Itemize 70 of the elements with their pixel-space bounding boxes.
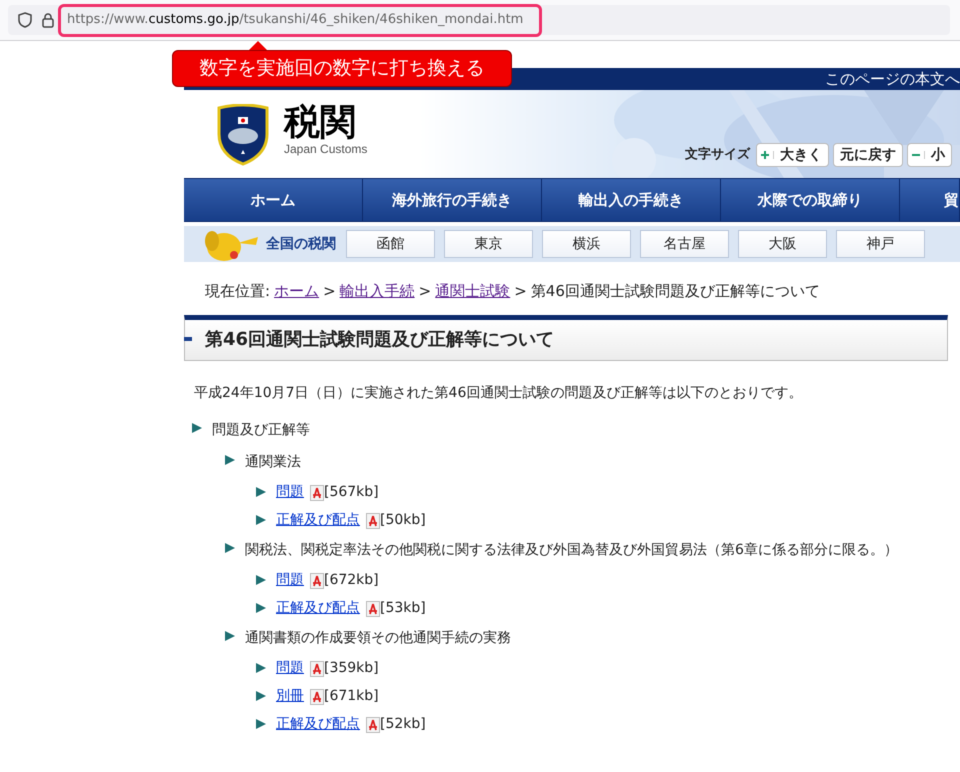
- url-field[interactable]: https://www.customs.go.jp/tsukanshi/46_shiken/46shiken_mondai.htm: [58, 4, 542, 36]
- list-item-text: 通関業法: [245, 452, 302, 472]
- bullet-icon: [225, 630, 235, 640]
- bullet-icon: [256, 514, 266, 524]
- minus-icon: [912, 151, 920, 159]
- file-link[interactable]: 正解及び配点: [276, 598, 360, 618]
- bullet-icon: [192, 422, 202, 432]
- file-link[interactable]: 問題: [276, 570, 304, 590]
- bullet-icon: [256, 690, 266, 700]
- pdf-icon: [310, 660, 324, 676]
- file-size: [359kb]: [324, 658, 379, 678]
- font-size-label: 文字サイズ: [685, 146, 750, 164]
- font-size-button[interactable]: 元に戻す: [833, 143, 903, 167]
- nav-tab[interactable]: 水際での取締り: [721, 179, 900, 221]
- lock-icon[interactable]: [42, 12, 54, 28]
- bullet-icon: [225, 542, 235, 552]
- file-link[interactable]: 正解及び配点: [276, 714, 360, 734]
- list-item-text: 問題及び正解等: [212, 420, 311, 440]
- plus-icon: [761, 151, 769, 159]
- office-tab[interactable]: 横浜: [542, 230, 631, 258]
- file-size: [50kb]: [380, 510, 426, 530]
- list-item-text: 通関書類の作成要領その他通関手続の実務: [245, 628, 512, 648]
- page-heading: 第46回通関士試験問題及び正解等について: [205, 328, 554, 352]
- list-item-text: 関税法、関税定率法その他関税に関する法律及び外国為替及び外国貿易法（第6章に係る部分に限る。）: [245, 540, 899, 560]
- skip-link[interactable]: このページの本文へ: [825, 68, 960, 90]
- nav-tab[interactable]: 輸出入の手続き: [542, 179, 721, 221]
- separator-text: >: [323, 281, 336, 302]
- file-link[interactable]: 問題: [276, 482, 304, 502]
- breadcrumb-link[interactable]: 通関士試験: [435, 280, 510, 302]
- pdf-icon: [310, 484, 324, 500]
- nav-tab[interactable]: ホーム: [184, 179, 363, 221]
- pdf-icon: [366, 716, 380, 732]
- nav-tab[interactable]: 海外旅行の手続き: [363, 179, 542, 221]
- office-tab[interactable]: 東京: [444, 230, 533, 258]
- shield-icon[interactable]: [18, 12, 32, 28]
- pdf-icon: [366, 512, 380, 528]
- file-link[interactable]: 別冊: [276, 686, 304, 706]
- pdf-icon: [310, 572, 324, 588]
- bullet-icon: [256, 718, 266, 728]
- regional-label: 全国の税関: [266, 234, 336, 254]
- office-tab[interactable]: 名古屋: [640, 230, 729, 258]
- bullet-icon: [225, 454, 235, 464]
- font-size-button[interactable]: 大きく: [756, 143, 829, 167]
- file-size: [53kb]: [380, 598, 426, 618]
- site-title: 税関: [284, 102, 357, 144]
- nav-tab[interactable]: 貿: [900, 179, 960, 221]
- file-size: [672kb]: [324, 570, 379, 590]
- breadcrumb-link[interactable]: ホーム: [274, 280, 320, 302]
- separator-text: >: [418, 281, 432, 302]
- pdf-icon: [310, 688, 324, 704]
- office-tab[interactable]: 大阪: [738, 230, 827, 258]
- file-size: [671kb]: [324, 686, 379, 706]
- office-tab[interactable]: 函館: [346, 230, 435, 258]
- breadcrumb-label: 現在位置:: [205, 281, 270, 302]
- file-link[interactable]: 正解及び配点: [276, 510, 360, 530]
- font-size-button[interactable]: 小: [907, 143, 952, 167]
- bullet-icon: [256, 602, 266, 612]
- bullet-icon: [256, 662, 266, 672]
- office-tab[interactable]: 神戸: [836, 230, 925, 258]
- breadcrumb-link[interactable]: 輸出入手続: [340, 280, 415, 302]
- file-link[interactable]: 問題: [276, 658, 304, 678]
- file-size: [567kb]: [324, 482, 379, 502]
- site-subtitle: Japan Customs: [284, 142, 368, 156]
- separator-text: >: [514, 281, 527, 302]
- bullet-icon: [256, 486, 266, 496]
- bullet-icon: [256, 574, 266, 584]
- pdf-icon: [366, 600, 380, 616]
- breadcrumb-current: 第46回通関士試験問題及び正解等について: [530, 281, 820, 302]
- intro-text: 平成24年10月7日（日）に実施された第46回通関士試験の問題及び正解等は以下のとおりです。: [194, 384, 804, 402]
- file-size: [52kb]: [380, 714, 426, 734]
